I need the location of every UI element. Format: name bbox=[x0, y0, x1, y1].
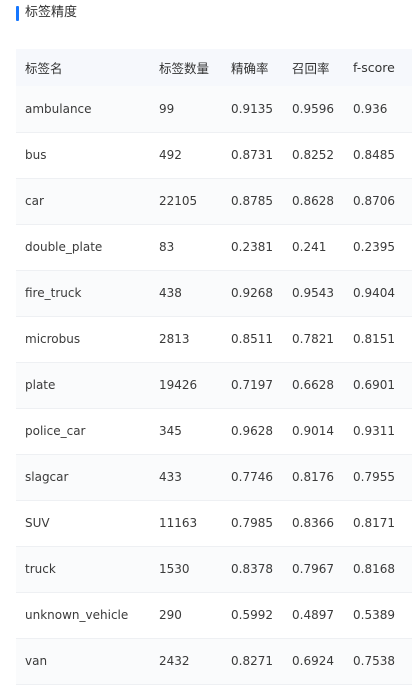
section-accent-bar bbox=[16, 5, 19, 21]
cell-f-score: 0.9311 bbox=[353, 424, 395, 438]
label-accuracy-table-wrap: 标签名 标签数量 精确率 召回率 f-score ambulance 99 0.91… bbox=[16, 49, 412, 685]
label-accuracy-table: 标签名 标签数量 精确率 召回率 f-score ambulance 99 0.91… bbox=[16, 49, 412, 685]
cell-label-count: 2813 bbox=[159, 332, 190, 346]
cell-label-count: 2432 bbox=[159, 654, 190, 668]
table-header-row: 标签名 标签数量 精确率 召回率 f-score bbox=[16, 49, 412, 86]
cell-f-score: 0.7538 bbox=[353, 654, 395, 668]
cell-f-score: 0.8151 bbox=[353, 332, 395, 346]
cell-precision: 0.7197 bbox=[231, 378, 273, 392]
table-row: unknown_vehicle 290 0.5992 0.4897 0.5389 bbox=[16, 592, 412, 638]
cell-precision: 0.2381 bbox=[231, 240, 273, 254]
cell-label-count: 290 bbox=[159, 608, 182, 622]
cell-f-score: 0.8168 bbox=[353, 562, 395, 576]
cell-f-score: 0.2395 bbox=[353, 240, 395, 254]
cell-precision: 0.8378 bbox=[231, 562, 273, 576]
cell-f-score: 0.9404 bbox=[353, 286, 395, 300]
cell-label-count: 433 bbox=[159, 470, 182, 484]
cell-recall: 0.6924 bbox=[292, 654, 334, 668]
cell-f-score: 0.5389 bbox=[353, 608, 395, 622]
cell-label-name: double_plate bbox=[25, 240, 103, 254]
cell-recall: 0.7967 bbox=[292, 562, 334, 576]
table-row: microbus 2813 0.8511 0.7821 0.8151 bbox=[16, 316, 412, 362]
cell-f-score: 0.8485 bbox=[353, 148, 395, 162]
cell-label-name: ambulance bbox=[25, 101, 92, 116]
cell-label-name: police_car bbox=[25, 424, 86, 438]
cell-precision: 0.8511 bbox=[231, 332, 273, 346]
cell-recall: 0.9014 bbox=[292, 424, 334, 438]
cell-label-name: van bbox=[25, 654, 48, 668]
table-body: ambulance 99 0.9135 0.9596 0.936 bus 492 0.8731… bbox=[16, 86, 412, 684]
column-header-precision[interactable]: 精确率 bbox=[222, 49, 283, 86]
cell-precision: 0.8271 bbox=[231, 654, 273, 668]
table-row: SUV 11163 0.7985 0.8366 0.8171 bbox=[16, 500, 412, 546]
cell-label-count: 22105 bbox=[159, 194, 198, 208]
cell-label-name: SUV bbox=[25, 516, 50, 530]
cell-recall: 0.8628 bbox=[292, 194, 334, 208]
table-row: car 22105 0.8785 0.8628 0.8706 bbox=[16, 178, 412, 224]
column-header-label-name[interactable]: 标签名 bbox=[16, 49, 150, 86]
cell-label-count: 83 bbox=[159, 240, 175, 254]
cell-recall: 0.7821 bbox=[292, 332, 334, 346]
cell-label-name: microbus bbox=[25, 332, 81, 346]
table-row: bus 492 0.8731 0.8252 0.8485 bbox=[16, 132, 412, 178]
cell-recall: 0.8176 bbox=[292, 470, 334, 484]
table-row: police_car 345 0.9628 0.9014 0.9311 bbox=[16, 408, 412, 454]
table-row: plate 19426 0.7197 0.6628 0.6901 bbox=[16, 362, 412, 408]
table-header: 标签名 标签数量 精确率 召回率 f-score bbox=[16, 49, 412, 86]
cell-label-name: bus bbox=[25, 148, 47, 162]
cell-label-name: truck bbox=[25, 562, 56, 576]
cell-precision: 0.7746 bbox=[231, 470, 273, 484]
table-row: ambulance 99 0.9135 0.9596 0.936 bbox=[16, 86, 412, 132]
cell-precision: 0.9628 bbox=[231, 424, 273, 438]
cell-precision: 0.8785 bbox=[231, 194, 273, 208]
column-header-label-count[interactable]: 标签数量 bbox=[150, 49, 222, 86]
cell-f-score: 0.7955 bbox=[353, 470, 395, 484]
section-header: 标签精度 bbox=[16, 5, 77, 21]
cell-label-count: 1530 bbox=[159, 562, 190, 576]
cell-recall: 0.241 bbox=[292, 240, 327, 254]
cell-recall: 0.6628 bbox=[292, 378, 334, 392]
cell-label-name: plate bbox=[25, 378, 56, 392]
cell-precision: 0.5992 bbox=[231, 608, 273, 622]
cell-f-score: 0.8706 bbox=[353, 194, 395, 208]
cell-label-name: slagcar bbox=[25, 470, 69, 484]
cell-recall: 0.8366 bbox=[292, 516, 334, 530]
section-title: 标签精度 bbox=[25, 5, 78, 20]
cell-f-score: 0.8171 bbox=[353, 516, 395, 530]
column-header-recall[interactable]: 召回率 bbox=[283, 49, 344, 86]
table-row: double_plate 83 0.2381 0.241 0.2395 bbox=[16, 224, 412, 270]
cell-f-score: 0.936 bbox=[353, 101, 388, 116]
cell-recall: 0.9596 bbox=[292, 101, 334, 116]
cell-label-name: unknown_vehicle bbox=[25, 608, 129, 622]
table-row: fire_truck 438 0.9268 0.9543 0.9404 bbox=[16, 270, 412, 316]
cell-label-count: 11163 bbox=[159, 516, 198, 530]
table-row: truck 1530 0.8378 0.7967 0.8168 bbox=[16, 546, 412, 592]
cell-label-count: 345 bbox=[159, 424, 182, 438]
column-header-f-score[interactable]: f-score bbox=[344, 49, 412, 86]
table-row: slagcar 433 0.7746 0.8176 0.7955 bbox=[16, 454, 412, 500]
cell-label-name: fire_truck bbox=[25, 286, 82, 300]
cell-label-count: 438 bbox=[159, 286, 182, 300]
cell-precision: 0.8731 bbox=[231, 148, 273, 162]
cell-label-count: 19426 bbox=[159, 378, 198, 392]
cell-precision: 0.9268 bbox=[231, 286, 273, 300]
cell-label-name: car bbox=[25, 194, 44, 208]
cell-label-count: 492 bbox=[159, 148, 182, 162]
cell-recall: 0.4897 bbox=[292, 608, 334, 622]
cell-f-score: 0.6901 bbox=[353, 378, 395, 392]
cell-precision: 0.7985 bbox=[231, 516, 273, 530]
cell-recall: 0.9543 bbox=[292, 286, 334, 300]
cell-label-count: 99 bbox=[159, 101, 175, 116]
cell-precision: 0.9135 bbox=[231, 101, 273, 116]
table-row: van 2432 0.8271 0.6924 0.7538 bbox=[16, 638, 412, 684]
cell-recall: 0.8252 bbox=[292, 148, 334, 162]
